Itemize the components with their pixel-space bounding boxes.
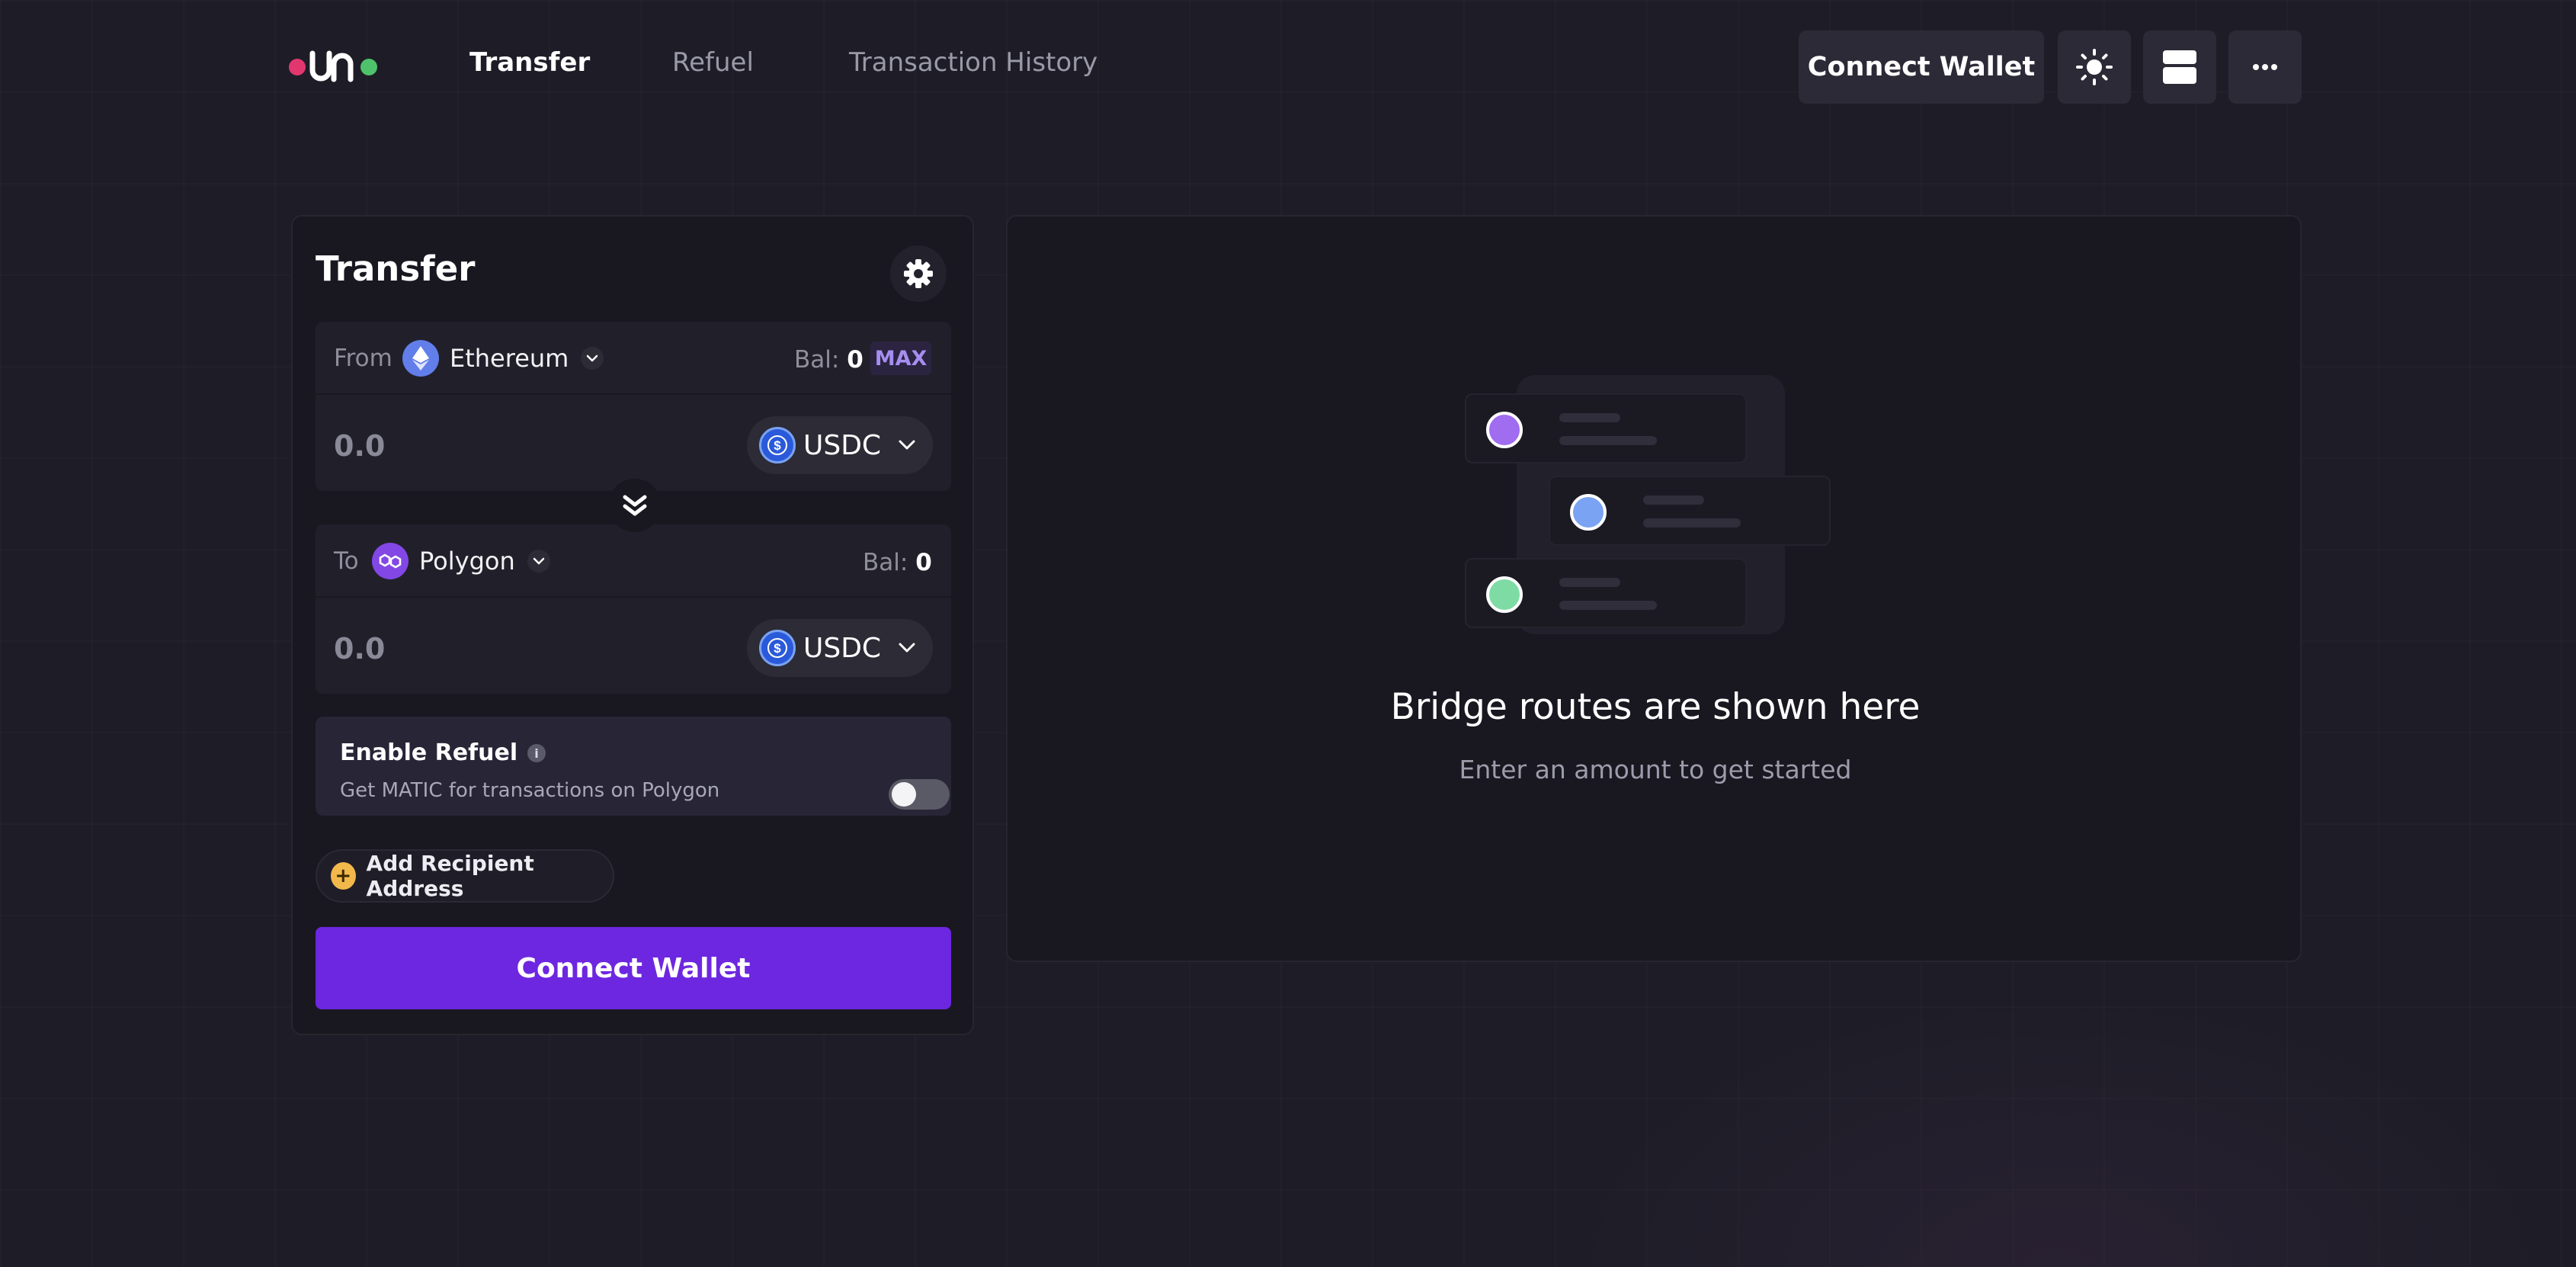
transfer-title: Transfer	[316, 249, 476, 289]
to-chain-name: Polygon	[419, 547, 515, 576]
chevron-down-icon	[899, 440, 915, 450]
more-options-button[interactable]	[2228, 30, 2302, 104]
refuel-section: Enable Refuel i Get MATIC for transactio…	[316, 717, 951, 816]
settings-button[interactable]	[890, 245, 947, 302]
top-navbar: Transfer Refuel Transaction History Conn…	[0, 0, 2576, 134]
to-balance: Bal: 0	[863, 549, 932, 576]
from-label: From	[334, 345, 392, 372]
from-token-name: USDC	[803, 429, 882, 461]
uno-logo[interactable]	[287, 46, 380, 85]
bridge-routes-panel: Bridge routes are shown here Enter an am…	[1006, 215, 2302, 962]
plus-icon: +	[331, 862, 356, 890]
to-balance-value: 0	[915, 549, 932, 576]
from-token-select[interactable]: $ USDC	[747, 416, 933, 474]
double-chevron-down-icon	[623, 495, 647, 516]
from-balance: Bal: 0	[794, 346, 863, 374]
route-dot-blue	[1570, 494, 1607, 531]
svg-text:$: $	[774, 641, 781, 656]
transfer-card: Transfer From Ethereum Bal: 0 MAX 0.0 $ …	[291, 215, 974, 1035]
routes-empty-subtitle: Enter an amount to get started	[1459, 755, 1852, 784]
chevron-down-icon	[527, 550, 550, 573]
header-connect-wallet-button[interactable]: Connect Wallet	[1799, 30, 2044, 104]
polygon-icon	[372, 543, 409, 579]
from-chain-select[interactable]: Ethereum	[402, 340, 604, 377]
from-panel: From Ethereum Bal: 0 MAX 0.0 $ USDC	[316, 322, 951, 491]
from-chain-row: From Ethereum Bal: 0 MAX	[316, 322, 951, 395]
nav-transfer[interactable]: Transfer	[469, 47, 590, 78]
to-chain-row: To Polygon Bal: 0	[316, 524, 951, 598]
route-dot-purple	[1486, 412, 1523, 448]
gear-icon	[904, 259, 933, 288]
placeholder-route-card	[1465, 393, 1747, 463]
sun-icon	[2076, 49, 2113, 85]
add-recipient-button[interactable]: + Add Recipient Address	[316, 849, 614, 903]
logo-green-dot	[360, 59, 377, 75]
info-icon[interactable]: i	[527, 744, 546, 762]
connect-wallet-button[interactable]: Connect Wallet	[316, 927, 951, 1009]
from-balance-label: Bal:	[794, 346, 840, 374]
placeholder-route-card	[1465, 558, 1747, 628]
swap-direction-button[interactable]	[608, 479, 662, 532]
refuel-title: Enable Refuel	[340, 739, 518, 766]
usdc-icon: $	[759, 630, 796, 666]
layout-toggle-button[interactable]	[2143, 30, 2216, 104]
route-dot-green	[1486, 576, 1523, 613]
to-amount-input[interactable]	[334, 630, 669, 668]
placeholder-route-card	[1549, 476, 1831, 546]
max-button[interactable]: MAX	[870, 342, 931, 375]
from-balance-value: 0	[847, 346, 863, 374]
nav-refuel[interactable]: Refuel	[672, 47, 754, 78]
to-token-select[interactable]: $ USDC	[747, 619, 933, 677]
to-token-name: USDC	[803, 632, 882, 664]
from-chain-name: Ethereum	[450, 344, 569, 373]
svg-text:$: $	[774, 438, 781, 453]
layout-icon	[2163, 50, 2196, 84]
to-chain-select[interactable]: Polygon	[372, 543, 550, 579]
chevron-down-icon	[899, 643, 915, 653]
to-label: To	[334, 547, 359, 575]
refuel-toggle[interactable]	[889, 779, 950, 810]
chevron-down-icon	[581, 347, 604, 370]
toggle-knob	[892, 782, 916, 807]
add-recipient-label: Add Recipient Address	[366, 851, 534, 901]
routes-empty-title: Bridge routes are shown here	[1390, 686, 1921, 728]
to-panel: To Polygon Bal: 0 $	[316, 524, 951, 694]
from-amount-input[interactable]	[334, 427, 669, 465]
ethereum-icon	[402, 340, 439, 377]
to-balance-label: Bal:	[863, 549, 908, 576]
refuel-subtitle: Get MATIC for transactions on Polygon	[340, 779, 720, 802]
more-icon	[2253, 64, 2277, 70]
theme-toggle-button[interactable]	[2058, 30, 2131, 104]
usdc-icon: $	[759, 427, 796, 463]
routes-illustration	[1465, 375, 1861, 634]
nav-transaction-history[interactable]: Transaction History	[849, 47, 1097, 78]
